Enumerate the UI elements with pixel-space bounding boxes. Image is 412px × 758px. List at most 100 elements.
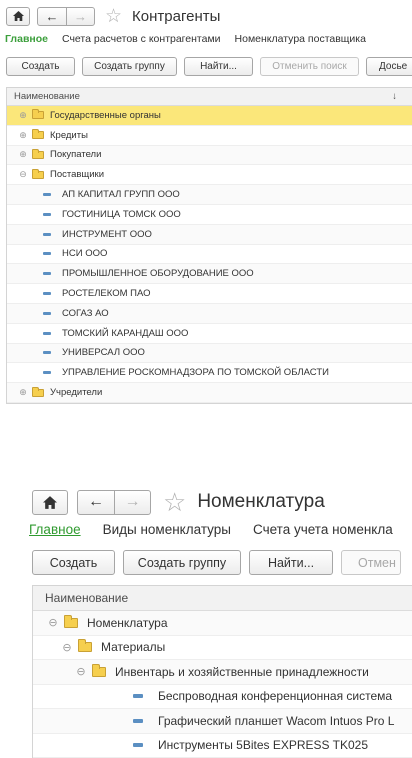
- back-button[interactable]: ←: [78, 491, 114, 514]
- arrow-right-icon: →: [74, 8, 87, 24]
- list-item[interactable]: ТОМСКИЙ КАРАНДАШ ООО: [7, 324, 412, 344]
- plus-circle-icon[interactable]: ⊕: [18, 149, 28, 160]
- row-label: Государственные органы: [50, 109, 161, 121]
- create-button[interactable]: Создать: [32, 550, 115, 575]
- find-button[interactable]: Найти...: [184, 57, 253, 76]
- item-dash-icon: [43, 351, 51, 355]
- minus-circle-icon[interactable]: ⊖: [18, 169, 28, 180]
- forward-button[interactable]: →: [66, 7, 94, 25]
- list-header[interactable]: Наименование: [33, 586, 412, 611]
- nav-nomenclature-accounts[interactable]: Счета учета номенкла: [253, 522, 393, 537]
- column-name-header: Наименование: [45, 591, 129, 605]
- row-label: НСИ ООО: [62, 248, 108, 260]
- arrow-left-icon: ←: [88, 493, 104, 510]
- row-label: ИНСТРУМЕНТ ООО: [62, 228, 152, 240]
- item-dash-icon: [43, 193, 51, 197]
- counterparties-list: Наименование ↓ ⊕ Государственные органы ⊕ К…: [6, 87, 412, 404]
- group-row[interactable]: ⊕ Кредиты: [7, 126, 412, 146]
- minus-circle-icon[interactable]: ⊖: [75, 665, 87, 678]
- star-icon[interactable]: ☆: [163, 487, 186, 518]
- plus-circle-icon[interactable]: ⊕: [18, 130, 28, 141]
- nav-main[interactable]: Главное: [29, 522, 81, 537]
- group-row[interactable]: ⊖ Инвентарь и хозяйственные принадлежност…: [33, 660, 412, 685]
- item-dash-icon: [43, 371, 51, 375]
- row-label: Инструменты 5Bites EXPRESS TK025: [158, 738, 369, 753]
- list-item[interactable]: РОСТЕЛЕКОМ ПАО: [7, 284, 412, 304]
- nav-supplier-nomenclature[interactable]: Номенклатура поставщика: [235, 33, 366, 45]
- group-row[interactable]: ⊕ Покупатели: [7, 145, 412, 166]
- row-label: ПРОМЫШЛЕННОЕ ОБОРУДОВАНИЕ ООО: [62, 268, 254, 280]
- nav-main[interactable]: Главное: [5, 33, 48, 45]
- row-label: ТОМСКИЙ КАРАНДАШ ООО: [62, 327, 189, 339]
- row-label: Графический планшет Wacom Intuos Pro L: [158, 713, 395, 728]
- item-dash-icon: [43, 331, 51, 335]
- item-dash-icon: [133, 743, 143, 748]
- section-nav: Главное Счета расчетов с контрагентами Н…: [5, 33, 380, 45]
- section-nav: Главное Виды номенклатуры Счета учета но…: [29, 522, 412, 537]
- row-label: ГОСТИНИЦА ТОМСК ООО: [62, 208, 181, 220]
- column-name-header: Наименование: [14, 91, 80, 102]
- list-item[interactable]: СОГАЗ АО: [7, 303, 412, 324]
- find-button[interactable]: Найти...: [249, 550, 333, 575]
- group-row[interactable]: ⊖ Поставщики: [7, 165, 412, 186]
- nav-settlement-accounts[interactable]: Счета расчетов с контрагентами: [62, 33, 221, 45]
- item-dash-icon: [43, 272, 51, 276]
- group-row[interactable]: ⊖ Номенклатура: [33, 611, 412, 636]
- plus-circle-icon[interactable]: ⊕: [18, 387, 28, 398]
- group-row[interactable]: ⊕ Учредители: [7, 383, 412, 403]
- back-button[interactable]: ←: [38, 8, 66, 25]
- cancel-search-button[interactable]: Отмен: [341, 550, 401, 575]
- minus-circle-icon[interactable]: ⊖: [47, 616, 59, 629]
- dossier-button[interactable]: Досье: [366, 57, 412, 76]
- item-dash-icon: [43, 232, 51, 236]
- create-group-button[interactable]: Создать группу: [82, 57, 177, 76]
- row-label: Номенклатура: [87, 615, 168, 630]
- list-item[interactable]: Графический планшет Wacom Intuos Pro L: [33, 709, 412, 734]
- row-label: УПРАВЛЕНИЕ РОСКОМНАДЗОРА ПО ТОМСКОЙ ОБЛА…: [62, 367, 329, 379]
- home-icon: [12, 11, 24, 21]
- minus-circle-icon[interactable]: ⊖: [61, 641, 73, 654]
- folder-icon: [78, 639, 92, 653]
- list-item[interactable]: Беспроводная конференционная система: [33, 685, 412, 709]
- list-item[interactable]: УНИВЕРСАЛ ООО: [7, 343, 412, 364]
- home-button[interactable]: [6, 6, 30, 26]
- folder-icon: [32, 168, 44, 179]
- list-item[interactable]: АП КАПИТАЛ ГРУПП ООО: [7, 185, 412, 205]
- list-item[interactable]: ГОСТИНИЦА ТОМСК ООО: [7, 205, 412, 225]
- row-label: Учредители: [50, 387, 103, 399]
- group-row[interactable]: ⊕ Государственные органы: [7, 106, 412, 126]
- row-label: Покупатели: [50, 149, 102, 161]
- group-row[interactable]: ⊖ Материалы: [33, 636, 412, 660]
- page-title: Контрагенты: [132, 7, 221, 25]
- star-icon[interactable]: ☆: [105, 5, 122, 28]
- create-button[interactable]: Создать: [6, 57, 75, 76]
- list-item[interactable]: Инструменты 5Bites EXPRESS TK025: [33, 734, 412, 758]
- row-label: Беспроводная конференционная система: [158, 689, 393, 704]
- nav-nomenclature-types[interactable]: Виды номенклатуры: [103, 522, 231, 537]
- list-header[interactable]: Наименование ↓: [7, 88, 412, 106]
- row-label: АП КАПИТАЛ ГРУПП ООО: [62, 189, 180, 201]
- list-item[interactable]: ИНСТРУМЕНТ ООО: [7, 224, 412, 245]
- item-dash-icon: [43, 252, 51, 256]
- history-nav: ← →: [77, 489, 151, 515]
- folder-icon: [32, 148, 44, 159]
- plus-circle-icon[interactable]: ⊕: [18, 110, 28, 121]
- row-label: Поставщики: [50, 169, 105, 181]
- page-title: Номенклатура: [197, 491, 325, 512]
- row-label: Кредиты: [50, 129, 88, 141]
- create-group-button[interactable]: Создать группу: [123, 550, 241, 575]
- list-item[interactable]: НСИ ООО: [7, 245, 412, 265]
- folder-icon: [32, 386, 44, 397]
- item-dash-icon: [43, 212, 51, 216]
- counterparties-window: ← → ☆ Контрагенты Главное Счета расчетов…: [0, 0, 412, 410]
- list-item[interactable]: ПРОМЫШЛЕННОЕ ОБОРУДОВАНИЕ ООО: [7, 264, 412, 285]
- arrow-left-icon: ←: [45, 8, 59, 24]
- forward-button[interactable]: →: [114, 490, 150, 514]
- folder-icon: [32, 109, 44, 120]
- home-icon: [43, 495, 57, 509]
- cancel-search-button[interactable]: Отменить поиск: [260, 57, 359, 76]
- home-button[interactable]: [32, 489, 68, 515]
- list-item[interactable]: УПРАВЛЕНИЕ РОСКОМНАДЗОРА ПО ТОМСКОЙ ОБЛА…: [7, 363, 412, 384]
- toolbar: Создать Создать группу Найти... Отмен: [32, 550, 409, 575]
- title-bar: ← → ☆ Номенклатура: [32, 487, 325, 518]
